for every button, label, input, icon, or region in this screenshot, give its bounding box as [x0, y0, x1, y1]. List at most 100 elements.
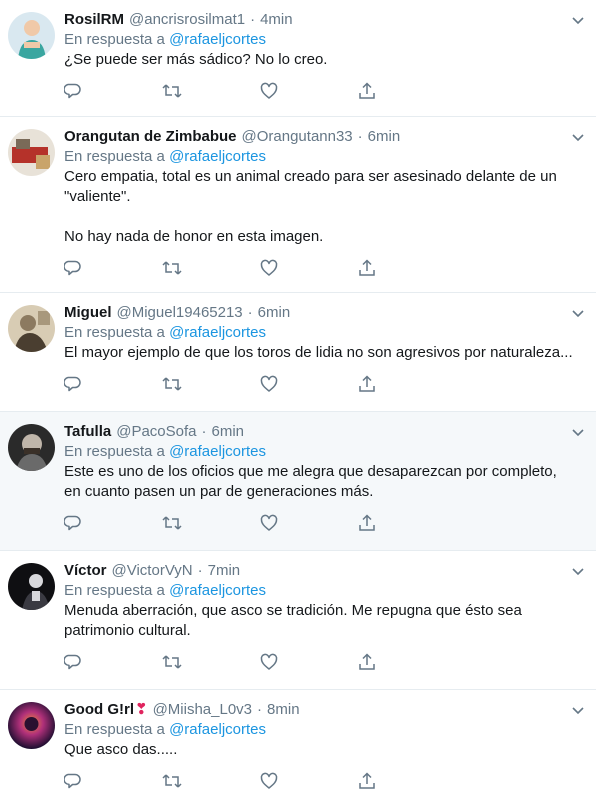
- retweet-icon: [162, 655, 182, 669]
- avatar[interactable]: [8, 129, 55, 176]
- like-button[interactable]: [260, 653, 358, 671]
- caret-down-icon[interactable]: [570, 563, 586, 579]
- display-name[interactable]: Tafulla: [64, 422, 111, 442]
- display-name[interactable]: Miguel: [64, 303, 112, 323]
- like-button[interactable]: [260, 514, 358, 532]
- mention-link[interactable]: @rafaeljcortes: [169, 721, 266, 738]
- reply-button[interactable]: [64, 514, 162, 532]
- user-handle[interactable]: @ancrisrosilmat1: [129, 10, 245, 30]
- separator-dot: ·: [247, 304, 253, 321]
- share-icon: [359, 259, 375, 276]
- timestamp[interactable]: 6min: [212, 422, 245, 442]
- display-name[interactable]: Orangutan de Zimbabue: [64, 127, 237, 147]
- reply-prefix: En respuesta a: [64, 721, 165, 738]
- user-handle[interactable]: @VictorVyN: [112, 561, 193, 581]
- tweet-header: RosilRM @ancrisrosilmat1 · 4min: [64, 10, 576, 30]
- reply-button[interactable]: [64, 375, 162, 393]
- retweet-button[interactable]: [162, 514, 260, 532]
- share-icon: [359, 514, 375, 531]
- retweet-button[interactable]: [162, 653, 260, 671]
- reply-button[interactable]: [64, 653, 162, 671]
- mention-link[interactable]: @rafaeljcortes: [169, 148, 266, 165]
- reply-context: En respuesta a @rafaeljcortes: [64, 720, 576, 740]
- mention-link[interactable]: @rafaeljcortes: [169, 31, 266, 48]
- mention-link[interactable]: @rafaeljcortes: [169, 324, 266, 341]
- tweet-item[interactable]: Tafulla @PacoSofa · 6min En respuesta a …: [0, 412, 596, 551]
- tweet-item[interactable]: Víctor @VictorVyN · 7min En respuesta a …: [0, 551, 596, 690]
- caret-down-icon[interactable]: [570, 305, 586, 321]
- reply-button[interactable]: [64, 259, 162, 277]
- timestamp[interactable]: 6min: [258, 303, 291, 323]
- avatar[interactable]: [8, 424, 55, 471]
- share-button[interactable]: [358, 514, 456, 532]
- user-handle[interactable]: @Orangutann33: [242, 127, 353, 147]
- reply-context: En respuesta a @rafaeljcortes: [64, 442, 576, 462]
- avatar[interactable]: [8, 12, 55, 59]
- avatar[interactable]: [8, 563, 55, 610]
- retweet-icon: [162, 84, 182, 98]
- share-button[interactable]: [358, 375, 456, 393]
- timestamp[interactable]: 7min: [208, 561, 241, 581]
- tweet-header: Miguel @Miguel19465213 · 6min: [64, 303, 576, 323]
- share-icon: [359, 653, 375, 670]
- reply-button[interactable]: [64, 82, 162, 100]
- like-button[interactable]: [260, 772, 358, 790]
- tweet-actions: [64, 760, 576, 802]
- tweet-actions: [64, 247, 576, 289]
- like-button[interactable]: [260, 82, 358, 100]
- reply-prefix: En respuesta a: [64, 324, 165, 341]
- avatar[interactable]: [8, 702, 55, 749]
- tweet-item[interactable]: Miguel @Miguel19465213 · 6min En respues…: [0, 293, 596, 412]
- reply-icon: [64, 260, 81, 276]
- retweet-icon: [162, 377, 182, 391]
- user-handle[interactable]: @Miisha_L0v3: [153, 700, 252, 720]
- tweet-actions: [64, 502, 576, 544]
- caret-down-icon[interactable]: [570, 12, 586, 28]
- share-button[interactable]: [358, 653, 456, 671]
- like-icon: [260, 259, 278, 276]
- tweet-actions: [64, 641, 576, 683]
- like-button[interactable]: [260, 375, 358, 393]
- retweet-button[interactable]: [162, 259, 260, 277]
- share-button[interactable]: [358, 772, 456, 790]
- caret-down-icon[interactable]: [570, 129, 586, 145]
- tweet-header: Good G!rl ❣ @Miisha_L0v3 · 8min: [64, 700, 576, 720]
- reply-context: En respuesta a @rafaeljcortes: [64, 581, 576, 601]
- like-button[interactable]: [260, 259, 358, 277]
- mention-link[interactable]: @rafaeljcortes: [169, 582, 266, 599]
- share-button[interactable]: [358, 259, 456, 277]
- timestamp[interactable]: 6min: [368, 127, 401, 147]
- separator-dot: ·: [250, 11, 256, 28]
- tweet-item[interactable]: RosilRM @ancrisrosilmat1 · 4min En respu…: [0, 0, 596, 117]
- avatar[interactable]: [8, 305, 55, 352]
- tweet-item[interactable]: Orangutan de Zimbabue @Orangutann33 · 6m…: [0, 117, 596, 293]
- reply-button[interactable]: [64, 772, 162, 790]
- timestamp[interactable]: 8min: [267, 700, 300, 720]
- heart-emoji-icon: ❣: [135, 701, 148, 718]
- tweet-header: Orangutan de Zimbabue @Orangutann33 · 6m…: [64, 127, 576, 147]
- mention-link[interactable]: @rafaeljcortes: [169, 443, 266, 460]
- user-handle[interactable]: @PacoSofa: [116, 422, 196, 442]
- retweet-button[interactable]: [162, 82, 260, 100]
- retweet-button[interactable]: [162, 375, 260, 393]
- timestamp[interactable]: 4min: [260, 10, 293, 30]
- tweet-text: ¿Se puede ser más sádico? No lo creo.: [64, 51, 328, 68]
- tweet-item[interactable]: Good G!rl ❣ @Miisha_L0v3 · 8min En respu…: [0, 690, 596, 806]
- reply-icon: [64, 376, 81, 392]
- tweet-text: El mayor ejemplo de que los toros de lid…: [64, 344, 573, 361]
- user-handle[interactable]: @Miguel19465213: [117, 303, 243, 323]
- reply-context: En respuesta a @rafaeljcortes: [64, 30, 576, 50]
- reply-prefix: En respuesta a: [64, 443, 165, 460]
- reply-prefix: En respuesta a: [64, 582, 165, 599]
- display-name[interactable]: RosilRM: [64, 10, 124, 30]
- caret-down-icon[interactable]: [570, 424, 586, 440]
- share-button[interactable]: [358, 82, 456, 100]
- retweet-button[interactable]: [162, 772, 260, 790]
- caret-down-icon[interactable]: [570, 702, 586, 718]
- share-icon: [359, 375, 375, 392]
- tweet-text: Menuda aberración, que asco se tradición…: [64, 602, 526, 639]
- tweet-actions: [64, 70, 576, 112]
- share-icon: [359, 82, 375, 99]
- display-name[interactable]: Good G!rl: [64, 700, 134, 720]
- display-name[interactable]: Víctor: [64, 561, 107, 581]
